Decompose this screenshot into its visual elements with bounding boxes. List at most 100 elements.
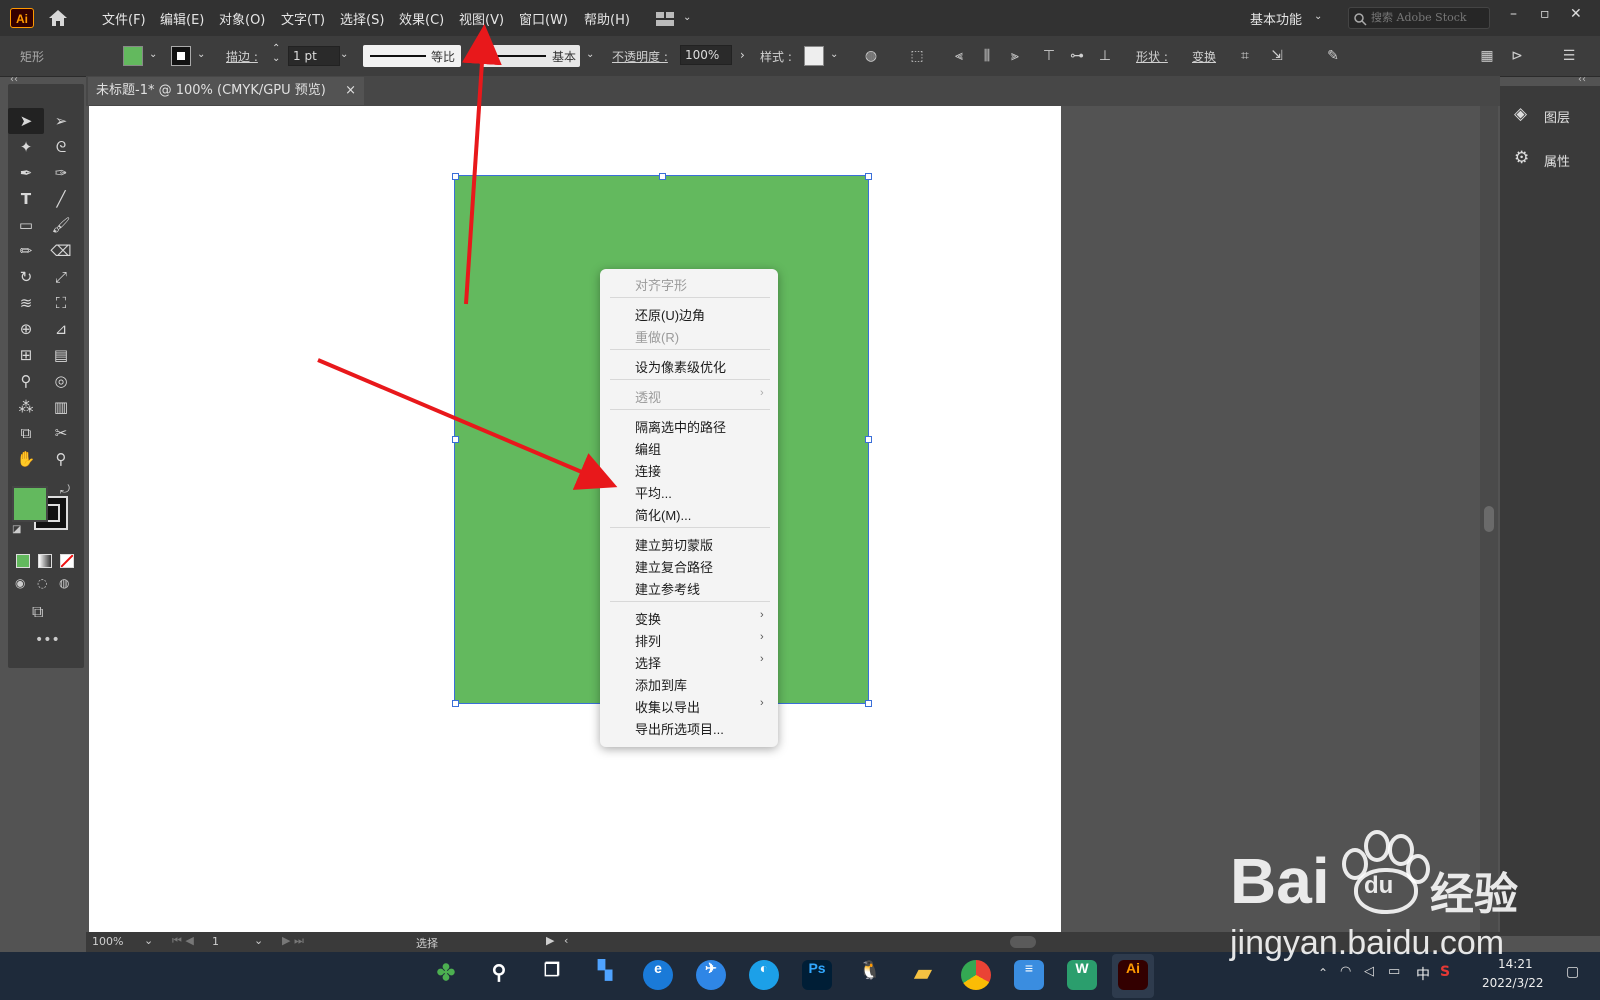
menu-item-select[interactable]: 选择 (635, 653, 661, 672)
hand-tool-icon[interactable]: ✋ (15, 448, 37, 470)
chevron-down-icon[interactable]: ⌄ (586, 49, 594, 60)
rectangle-tool-icon[interactable]: ▭ (15, 214, 37, 236)
task-view-icon[interactable]: ❐ (537, 960, 567, 990)
selection-tool-icon[interactable]: ➤ (15, 110, 37, 132)
panel-icon[interactable]: ▦ (1478, 47, 1496, 65)
isolate-icon[interactable]: ⌗ (1236, 47, 1254, 65)
scale-tool-icon[interactable]: ⤢ (50, 266, 72, 288)
bounding-box-handle[interactable] (452, 700, 459, 707)
symbol-sprayer-tool-icon[interactable]: ⁂ (15, 396, 37, 418)
menu-item-group[interactable]: 编组 (635, 439, 661, 458)
menu-effect[interactable]: 效果(C) (399, 9, 444, 28)
screen-mode-icon[interactable]: ⧉ (32, 602, 43, 622)
menu-edit[interactable]: 编辑(E) (160, 9, 204, 28)
menu-type[interactable]: 文字(T) (281, 9, 325, 28)
arrange-documents-icon[interactable] (656, 11, 674, 26)
panel-item-layers[interactable]: ◈ 图层 (1500, 100, 1600, 130)
browser-icon[interactable]: ◐ (749, 960, 779, 990)
perspective-grid-tool-icon[interactable]: ⊿ (50, 318, 72, 340)
artboard-tool-icon[interactable]: ⧉ (15, 422, 37, 444)
shaper-tool-icon[interactable]: ✏ (15, 240, 37, 262)
start-icon[interactable]: ✤ (431, 960, 461, 990)
menu-item-collect-for-export[interactable]: 收集以导出 (635, 697, 700, 716)
notification-icon[interactable]: ▢ (1566, 964, 1579, 980)
color-mode-icon[interactable] (16, 554, 30, 568)
gradient-tool-icon[interactable]: ▤ (50, 344, 72, 366)
bounding-box-handle[interactable] (865, 173, 872, 180)
direct-selection-tool-icon[interactable]: ➢ (50, 110, 72, 132)
eyedropper-tool-icon[interactable]: ⚲ (15, 370, 37, 392)
puppet-warp-icon[interactable]: ✎ (1324, 47, 1342, 65)
default-colors-icon[interactable]: ◪ (12, 524, 21, 535)
stroke-label[interactable]: 描边 : (226, 48, 258, 65)
close-tab-icon[interactable]: × (345, 77, 356, 105)
workspace-switcher[interactable]: 基本功能 (1250, 9, 1302, 28)
menu-item-isolate-path[interactable]: 隔离选中的路径 (635, 417, 726, 436)
arrange-icon[interactable]: ⊳ (1508, 47, 1526, 65)
close-window-button[interactable]: ✕ (1570, 6, 1582, 22)
file-explorer-icon[interactable]: ▰ (908, 960, 938, 990)
qq-icon[interactable]: 🐧 (855, 960, 885, 990)
more-tools-icon[interactable]: ••• (35, 632, 60, 648)
recolor-artwork-icon[interactable]: ◍ (862, 47, 880, 65)
align-horizontal-center-icon[interactable]: ⫼ (978, 47, 996, 65)
panel-menu-icon[interactable]: ☰ (1560, 47, 1578, 65)
eraser-tool-icon[interactable]: ⌫ (50, 240, 72, 262)
align-top-icon[interactable]: ⊤ (1040, 47, 1058, 65)
maximize-button[interactable]: ▫ (1540, 6, 1550, 22)
line-tool-icon[interactable]: ╱ (50, 188, 72, 210)
slice-tool-icon[interactable]: ✂ (50, 422, 72, 444)
align-to-icon[interactable]: ⬚ (908, 47, 926, 65)
align-left-icon[interactable]: ⫷ (950, 47, 968, 65)
chrome-icon[interactable] (961, 960, 991, 990)
draw-behind-icon[interactable]: ◌ (37, 576, 47, 590)
menu-item-join[interactable]: 连接 (635, 461, 661, 480)
edge-icon[interactable]: e (643, 960, 673, 990)
bounding-box-handle[interactable] (659, 173, 666, 180)
align-vertical-center-icon[interactable]: ⊶ (1068, 47, 1086, 65)
chevron-down-icon[interactable]: ⌄ (149, 49, 157, 60)
menu-item-simplify[interactable]: 简化(M)... (635, 505, 691, 524)
chevron-down-icon[interactable]: ⌄ (144, 934, 153, 947)
menu-item-make-compound-path[interactable]: 建立复合路径 (635, 557, 713, 576)
draw-normal-icon[interactable]: ◉ (15, 576, 25, 590)
bounding-box-handle[interactable] (865, 436, 872, 443)
stepper-icon[interactable]: ⌃ ⌄ (272, 44, 280, 64)
widgets-icon[interactable]: ▚ (590, 960, 620, 990)
menu-select[interactable]: 选择(S) (340, 9, 384, 28)
zoom-tool-icon[interactable]: ⚲ (50, 448, 72, 470)
zoom-level[interactable]: 100% (92, 935, 123, 948)
scroll-left-icon[interactable]: ‹ (564, 934, 568, 947)
wps-icon[interactable]: W (1067, 960, 1097, 990)
menu-item-export-selection[interactable]: 导出所选项目... (635, 719, 724, 738)
bounding-box-handle[interactable] (865, 700, 872, 707)
mesh-tool-icon[interactable]: ⊞ (15, 344, 37, 366)
chevron-down-icon[interactable]: ⌄ (830, 49, 838, 60)
document-tab[interactable]: 未标题-1* @ 100% (CMYK/GPU 预览) × (88, 77, 364, 105)
menu-help[interactable]: 帮助(H) (584, 9, 630, 28)
gradient-mode-icon[interactable] (38, 554, 52, 568)
home-icon[interactable] (47, 8, 69, 28)
paintbrush-tool-icon[interactable]: 🖌 (50, 214, 72, 236)
chevron-down-icon[interactable]: ⌄ (197, 49, 205, 60)
shape-label[interactable]: 形状 : (1136, 48, 1168, 65)
chevron-down-icon[interactable]: ⌄ (340, 49, 348, 60)
width-tool-icon[interactable]: ≋ (15, 292, 37, 314)
feishu-icon[interactable]: ✈ (696, 960, 726, 990)
draw-inside-icon[interactable]: ◍ (59, 576, 69, 590)
menu-file[interactable]: 文件(F) (102, 9, 146, 28)
first-artboard-icon[interactable]: ⏮ ◀ (172, 934, 194, 948)
opacity-input[interactable]: 100% (680, 45, 732, 65)
menu-object[interactable]: 对象(O) (219, 9, 265, 28)
pen-tool-icon[interactable]: ✒ (15, 162, 37, 184)
edit-toolbar-icon[interactable]: ⇲ (1268, 47, 1286, 65)
swap-fill-stroke-icon[interactable]: ⤾ (60, 482, 70, 497)
menu-item-add-to-library[interactable]: 添加到库 (635, 675, 687, 694)
chevron-down-icon[interactable]: ⌄ (254, 934, 263, 947)
minimize-button[interactable]: – (1510, 6, 1517, 22)
next-artboard-icon[interactable]: ▶ ⏭ (282, 934, 304, 948)
photoshop-icon[interactable]: Ps (802, 960, 832, 990)
stroke-profile-dropdown[interactable]: 等比 (363, 45, 461, 67)
stroke-swatch[interactable] (171, 46, 191, 66)
free-transform-tool-icon[interactable]: ⛶ (50, 292, 72, 314)
